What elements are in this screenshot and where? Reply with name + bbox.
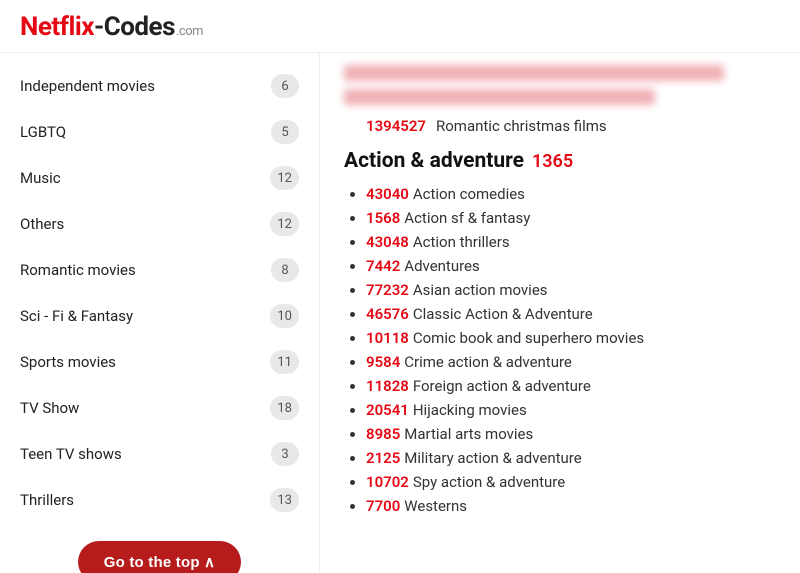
sidebar-item-2[interactable]: Music 12 — [0, 155, 319, 201]
list-item: 2125Military action & adventure — [366, 449, 776, 467]
list-item: 1568Action sf & fantasy — [366, 209, 776, 227]
sidebar-item-label: LGBTQ — [20, 123, 66, 141]
item-code-6[interactable]: 10118 — [366, 329, 409, 347]
sidebar-item-label: Sci - Fi & Fantasy — [20, 307, 133, 325]
section-heading: Action & adventure 1365 — [344, 149, 776, 173]
sidebar-item-8[interactable]: Teen TV shows 3 — [0, 431, 319, 477]
list-item: 77232Asian action movies — [366, 281, 776, 299]
sidebar-item-label: Thrillers — [20, 491, 74, 509]
sidebar-item-badge: 12 — [270, 166, 299, 190]
first-bullet-label: Romantic christmas films — [436, 117, 607, 135]
list-item: 7700Westerns — [366, 497, 776, 515]
item-code-0[interactable]: 43040 — [366, 185, 409, 203]
item-code-11[interactable]: 2125 — [366, 449, 400, 467]
section-code-link[interactable]: 1365 — [532, 151, 573, 172]
item-label-6: Comic book and superhero movies — [413, 329, 644, 347]
sidebar-item-badge: 13 — [270, 488, 299, 512]
item-label-3: Adventures — [404, 257, 479, 275]
sidebar-item-9[interactable]: Thrillers 13 — [0, 477, 319, 523]
item-label-1: Action sf & fantasy — [404, 209, 530, 227]
sidebar-item-label: Sports movies — [20, 353, 116, 371]
sidebar-item-badge: 12 — [270, 212, 299, 236]
item-label-13: Westerns — [404, 497, 467, 515]
list-item: 7442Adventures — [366, 257, 776, 275]
sidebar-item-badge: 3 — [271, 442, 299, 466]
header: Netflix-Codes.com — [0, 0, 800, 53]
logo-codes: -Codes — [94, 12, 175, 42]
list-item: 46576Classic Action & Adventure — [366, 305, 776, 323]
sidebar-item-badge: 10 — [270, 304, 299, 328]
blurred-line-1 — [344, 65, 724, 81]
item-label-5: Classic Action & Adventure — [413, 305, 593, 323]
sidebar-item-0[interactable]: Independent movies 6 — [0, 63, 319, 109]
sidebar-item-badge: 8 — [271, 258, 299, 282]
sidebar: Independent movies 6 LGBTQ 5 Music 12 Others 12… — [0, 53, 320, 573]
sidebar-item-badge: 11 — [270, 350, 299, 374]
sidebar-item-label: Music — [20, 169, 61, 187]
blurred-line-2 — [344, 89, 655, 105]
item-label-7: Crime action & adventure — [404, 353, 572, 371]
sidebar-item-label: Romantic movies — [20, 261, 136, 279]
sidebar-item-6[interactable]: Sports movies 11 — [0, 339, 319, 385]
sidebar-item-1[interactable]: LGBTQ 5 — [0, 109, 319, 155]
sidebar-item-7[interactable]: TV Show 18 — [0, 385, 319, 431]
main-layout: Independent movies 6 LGBTQ 5 Music 12 Others 12… — [0, 53, 800, 573]
sidebar-item-3[interactable]: Others 12 — [0, 201, 319, 247]
goto-top-button[interactable]: Go to the top ∧ — [78, 541, 241, 573]
first-bullet-item: 1394527 Romantic christmas films — [366, 117, 776, 135]
item-label-11: Military action & adventure — [404, 449, 581, 467]
list-item: 10118Comic book and superhero movies — [366, 329, 776, 347]
list-item: 43040Action comedies — [366, 185, 776, 203]
item-label-2: Action thrillers — [413, 233, 510, 251]
sidebar-item-badge: 5 — [271, 120, 299, 144]
content-area: 1394527 Romantic christmas films Action … — [320, 53, 800, 573]
item-code-3[interactable]: 7442 — [366, 257, 400, 275]
logo[interactable]: Netflix-Codes.com — [20, 12, 203, 42]
sidebar-item-label: Others — [20, 215, 64, 233]
item-label-10: Martial arts movies — [404, 425, 533, 443]
items-list: 43040Action comedies 1568Action sf & fant… — [344, 185, 776, 515]
item-code-8[interactable]: 11828 — [366, 377, 409, 395]
section-title: Action & adventure — [344, 149, 524, 173]
logo-com: .com — [176, 24, 203, 39]
item-code-7[interactable]: 9584 — [366, 353, 400, 371]
sidebar-item-badge: 6 — [271, 74, 299, 98]
item-label-4: Asian action movies — [413, 281, 548, 299]
list-item: 43048Action thrillers — [366, 233, 776, 251]
list-item: 11828Foreign action & adventure — [366, 377, 776, 395]
item-label-9: Hijacking movies — [413, 401, 527, 419]
item-code-4[interactable]: 77232 — [366, 281, 409, 299]
blurred-top — [344, 65, 776, 105]
item-code-1[interactable]: 1568 — [366, 209, 400, 227]
item-code-12[interactable]: 10702 — [366, 473, 409, 491]
sidebar-item-badge: 18 — [270, 396, 299, 420]
item-code-9[interactable]: 20541 — [366, 401, 409, 419]
sidebar-item-label: Independent movies — [20, 77, 155, 95]
list-item: 8985Martial arts movies — [366, 425, 776, 443]
list-item: 9584Crime action & adventure — [366, 353, 776, 371]
sidebar-item-4[interactable]: Romantic movies 8 — [0, 247, 319, 293]
item-code-13[interactable]: 7700 — [366, 497, 400, 515]
sidebar-item-label: TV Show — [20, 399, 79, 417]
list-item: 10702Spy action & adventure — [366, 473, 776, 491]
item-label-8: Foreign action & adventure — [413, 377, 591, 395]
list-item: 20541Hijacking movies — [366, 401, 776, 419]
item-code-5[interactable]: 46576 — [366, 305, 409, 323]
item-label-12: Spy action & adventure — [413, 473, 565, 491]
item-label-0: Action comedies — [413, 185, 525, 203]
first-bullet-code[interactable]: 1394527 — [366, 117, 426, 135]
sidebar-item-5[interactable]: Sci - Fi & Fantasy 10 — [0, 293, 319, 339]
item-code-2[interactable]: 43048 — [366, 233, 409, 251]
logo-netflix: Netflix — [20, 12, 94, 42]
item-code-10[interactable]: 8985 — [366, 425, 400, 443]
sidebar-item-label: Teen TV shows — [20, 445, 122, 463]
